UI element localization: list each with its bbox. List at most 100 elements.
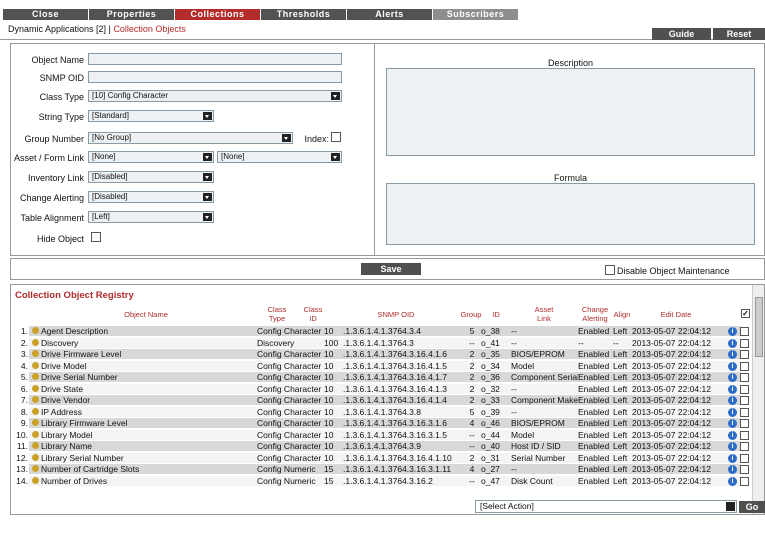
index-checkbox[interactable] [331, 132, 341, 142]
col-header-align[interactable]: Align [611, 310, 633, 319]
action-select[interactable]: [Select Action] [475, 500, 737, 513]
go-button[interactable]: Go [739, 501, 765, 513]
tab-alerts[interactable]: Alerts [347, 9, 432, 20]
guide-button[interactable]: Guide [652, 28, 711, 40]
table-alignment-select[interactable]: [Left] [88, 211, 214, 223]
info-icon[interactable]: i [728, 350, 737, 359]
row-checkbox[interactable] [740, 465, 749, 474]
tab-subscribers[interactable]: Subscribers [433, 9, 518, 20]
col-header-edit-date[interactable]: Edit Date [646, 310, 706, 319]
row-object-name[interactable]: Drive State [41, 384, 256, 394]
table-row[interactable]: 10. Library Model Config Character 10 .1.3.6… [11, 429, 752, 440]
row-id: o_46 [481, 418, 500, 428]
row-object-name[interactable]: Library Serial Number [41, 453, 256, 463]
col-header-id[interactable]: ID [487, 310, 505, 319]
table-row[interactable]: 3. Drive Firmware Level Config Character 10… [11, 349, 752, 359]
info-icon[interactable]: i [728, 384, 737, 394]
col-header-name[interactable]: Object Name [106, 310, 186, 319]
info-icon[interactable]: i [728, 327, 737, 336]
change-alerting-select[interactable]: [Disabled] [88, 191, 214, 203]
col-header-snmp-oid[interactable]: SNMP OID [361, 310, 431, 319]
row-object-name[interactable]: Number of Cartridge Slots [41, 464, 256, 474]
table-row[interactable]: 1. Agent Description Config Character 10 .1.… [11, 326, 752, 336]
info-icon[interactable]: i [728, 430, 737, 440]
string-type-select[interactable]: [Standard] [88, 110, 214, 122]
formula-textarea[interactable] [386, 183, 755, 245]
row-checkbox[interactable] [740, 384, 749, 394]
info-icon[interactable]: i [728, 419, 737, 428]
table-row[interactable]: 6. Drive State Config Character 10 .1.3.6.1.… [11, 383, 752, 394]
table-row[interactable]: 9. Library Firmware Level Config Character… [11, 418, 752, 428]
table-row[interactable]: 4. Drive Model Config Character 10 .1.3.6.1.… [11, 360, 752, 371]
row-checkbox[interactable] [740, 338, 749, 348]
row-object-name[interactable]: Library Firmware Level [41, 418, 256, 428]
col-header-change-alerting[interactable]: Change Alerting [576, 305, 614, 323]
tab-thresholds[interactable]: Thresholds [261, 9, 346, 20]
registry-scrollbar[interactable] [752, 285, 764, 514]
inventory-link-select[interactable]: [Disabled] [88, 171, 214, 183]
col-header-group[interactable]: Group [457, 310, 485, 319]
table-row[interactable]: 14. Number of Drives Config Numeric 15 .1.3.… [11, 475, 752, 486]
info-icon[interactable]: i [728, 442, 737, 451]
table-row[interactable]: 2. Discovery Discovery 100 .1.3.6.1.4.1.3764… [11, 337, 752, 348]
row-checkbox[interactable] [740, 453, 749, 463]
tab-close[interactable]: Close [3, 9, 88, 20]
asset-link-select[interactable]: [None] [88, 151, 214, 163]
table-row[interactable]: 11. Library Name Config Character 10 .1.3.6.… [11, 441, 752, 451]
col-header-class-id[interactable]: Class ID [298, 305, 328, 323]
row-checkbox[interactable] [740, 396, 749, 405]
table-row[interactable]: 8. IP Address Config Character 10 .1.3.6.1.4… [11, 406, 752, 417]
info-icon[interactable]: i [728, 476, 737, 486]
snmp-oid-input[interactable] [88, 71, 342, 83]
row-object-name[interactable]: IP Address [41, 407, 256, 417]
group-number-select[interactable]: [No Group] [88, 132, 293, 144]
info-icon[interactable]: i [728, 465, 737, 474]
table-row[interactable]: 7. Drive Vendor Config Character 10 .1.3.6.1… [11, 395, 752, 405]
description-textarea[interactable] [386, 68, 755, 156]
info-icon[interactable]: i [728, 373, 737, 382]
row-checkbox[interactable] [740, 373, 749, 382]
row-id: o_33 [481, 395, 500, 405]
class-type-select[interactable]: [10] Config Character [88, 90, 342, 102]
row-checkbox[interactable] [740, 361, 749, 371]
row-object-name[interactable]: Library Name [41, 441, 256, 451]
row-checkbox[interactable] [740, 350, 749, 359]
row-object-name[interactable]: Drive Firmware Level [41, 349, 256, 359]
row-object-name[interactable]: Number of Drives [41, 476, 256, 486]
table-row[interactable]: 12. Library Serial Number Config Character… [11, 452, 752, 463]
row-checkbox[interactable] [740, 442, 749, 451]
group-number-label: Group Number [24, 134, 84, 144]
row-object-name[interactable]: Library Model [41, 430, 256, 440]
row-checkbox[interactable] [740, 327, 749, 336]
form-link-select[interactable]: [None] [217, 151, 342, 163]
scrollbar-thumb[interactable] [755, 297, 763, 357]
col-header-asset-link[interactable]: Asset Link [529, 305, 559, 323]
info-icon[interactable]: i [728, 338, 737, 348]
select-all-checkbox[interactable]: ✓ [741, 309, 750, 318]
row-checkbox[interactable] [740, 430, 749, 440]
reset-button[interactable]: Reset [713, 28, 765, 40]
row-checkbox[interactable] [740, 419, 749, 428]
table-row[interactable]: 13. Number of Cartridge Slots Config Numer… [11, 464, 752, 474]
row-checkbox[interactable] [740, 476, 749, 486]
info-icon[interactable]: i [728, 396, 737, 405]
save-button[interactable]: Save [361, 263, 421, 275]
hide-object-checkbox[interactable] [91, 232, 101, 242]
tab-collections[interactable]: Collections [175, 9, 260, 20]
row-object-name[interactable]: Discovery [41, 338, 256, 348]
row-class-id: 100 [324, 337, 339, 348]
col-header-class-type[interactable]: Class Type [257, 305, 297, 323]
object-name-input[interactable] [88, 53, 342, 65]
info-icon[interactable]: i [728, 453, 737, 463]
row-object-name[interactable]: Drive Model [41, 361, 256, 371]
table-row[interactable]: 5. Drive Serial Number Config Character 10.… [11, 372, 752, 382]
tab-properties[interactable]: Properties [89, 9, 174, 20]
info-icon[interactable]: i [728, 361, 737, 371]
row-object-name[interactable]: Agent Description [41, 326, 256, 336]
row-checkbox[interactable] [740, 407, 749, 417]
disable-maintenance-checkbox[interactable] [605, 265, 615, 275]
row-asset-link: Host ID / SID [511, 441, 561, 451]
row-object-name[interactable]: Drive Serial Number [41, 372, 256, 382]
info-icon[interactable]: i [728, 407, 737, 417]
row-object-name[interactable]: Drive Vendor [41, 395, 256, 405]
